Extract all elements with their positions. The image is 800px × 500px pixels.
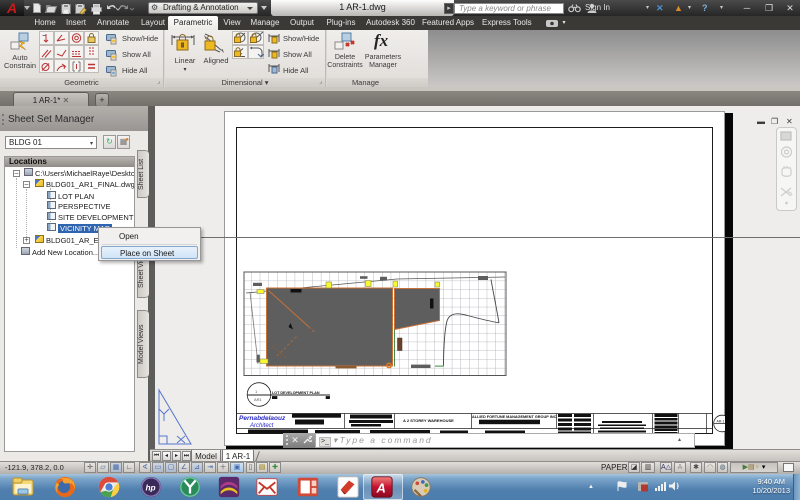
svg-text:AR1: AR1 — [254, 397, 263, 402]
svg-text:hp: hp — [145, 483, 155, 493]
svg-text:1: 1 — [255, 389, 258, 394]
svg-text:A 2 STOREY WAREHOUSE: A 2 STOREY WAREHOUSE — [403, 418, 454, 423]
svg-text:AR-1: AR-1 — [717, 420, 725, 424]
svg-text:A: A — [375, 481, 385, 496]
svg-text:LOT DEVELOPMENT PLAN: LOT DEVELOPMENT PLAN — [272, 391, 320, 395]
svg-text:Pernabdelaouz: Pernabdelaouz — [239, 415, 286, 422]
svg-text:ALLIED FORTUNE MANAGEMENT GROU: ALLIED FORTUNE MANAGEMENT GROUP INC. — [472, 415, 557, 419]
svg-text:Architect: Architect — [249, 423, 274, 429]
